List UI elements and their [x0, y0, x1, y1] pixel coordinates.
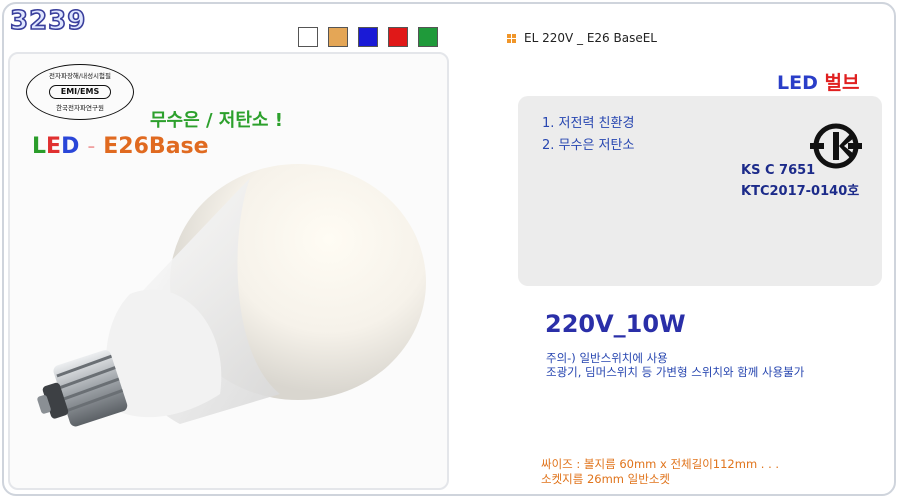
product-header: EL 220V _ E26 BaseEL — [507, 31, 657, 45]
swatch-blue[interactable] — [358, 27, 378, 47]
ks-cert-number: KTC2017-0140호 — [741, 184, 860, 199]
product-type-led: LED — [777, 72, 818, 94]
slogan: 무수은 / 저탄소 ! — [150, 110, 283, 131]
feature-2: 2. 무수은 저탄소 — [542, 138, 635, 153]
led-bulb-image — [37, 164, 426, 427]
size-line-2: 소켓지름 26mm 일반소켓 — [541, 472, 670, 486]
ks-standard: KS C 7651 — [741, 163, 816, 178]
grid-bullet-icon — [507, 33, 516, 43]
emi-ems-cert-badge: 전자파장해/내성시험필 EMI/EMS 한국전자파연구원 — [26, 64, 134, 120]
cert-bottom-text: 한국전자파연구원 — [56, 104, 104, 112]
product-header-title: EL 220V _ E26 BaseEL — [524, 31, 657, 45]
swatch-white[interactable] — [298, 27, 318, 47]
size-line-1: 싸이즈 : 볼지름 60mm x 전체길이112mm . . . — [541, 457, 780, 471]
feature-1: 1. 저전력 친환경 — [542, 116, 635, 131]
product-type-bulb: 벌브 — [824, 72, 860, 94]
product-type-label: LED 벌브 — [777, 68, 859, 95]
color-swatches — [298, 27, 438, 47]
product-code: 3239 — [9, 5, 87, 37]
swatch-tan[interactable] — [328, 27, 348, 47]
power-spec: 220V_10W — [545, 310, 686, 338]
cert-mid-text: EMI/EMS — [49, 85, 111, 99]
note-line-2: 조광기, 딤머스위치 등 가변형 스위치와 함께 사용불가 — [546, 365, 805, 379]
swatch-red[interactable] — [388, 27, 408, 47]
product-photo-panel: 전자파장해/내성시험필 EMI/EMS 한국전자파연구원 무수은 / 저탄소 !… — [8, 52, 449, 490]
ks-mark-icon — [810, 123, 862, 169]
cert-top-text: 전자파장해/내성시험필 — [49, 72, 111, 80]
swatch-green[interactable] — [418, 27, 438, 47]
